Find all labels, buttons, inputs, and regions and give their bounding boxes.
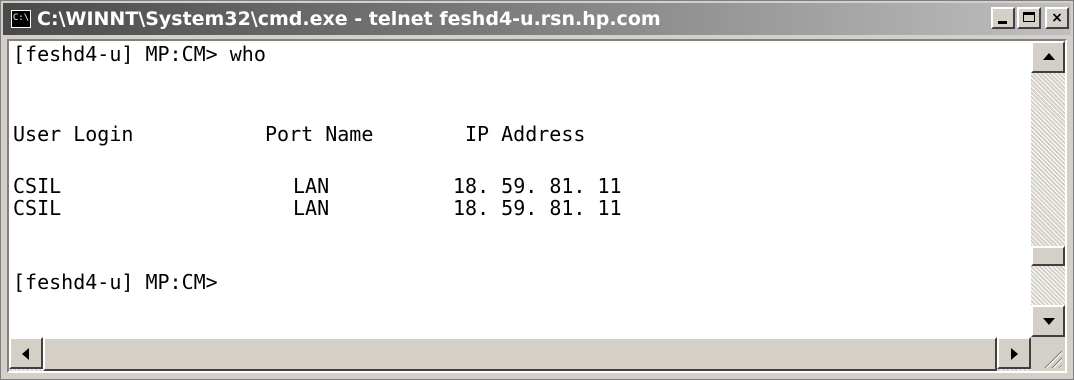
down-arrow-icon: [1043, 318, 1055, 325]
command-line: [feshd4-u] MP:CM> who: [13, 42, 266, 66]
prompt-line: [feshd4-u] MP:CM>: [13, 270, 218, 294]
resize-grip-icon[interactable]: [1031, 337, 1065, 371]
row-1-ip: 18. 59. 81. 11: [453, 174, 622, 198]
maximize-icon: [1023, 12, 1035, 22]
vertical-scrollbar[interactable]: [1031, 41, 1065, 337]
scroll-right-button[interactable]: [997, 337, 1031, 369]
minimize-icon: [998, 21, 1007, 24]
row-1-port: LAN: [293, 174, 330, 198]
scroll-down-button[interactable]: [1031, 305, 1065, 337]
left-arrow-icon: [22, 348, 29, 360]
console-output[interactable]: [feshd4-u] MP:CM> who User Login Port Na…: [9, 41, 1031, 337]
scroll-up-button[interactable]: [1031, 41, 1065, 73]
row-2-user: CSIL: [13, 196, 62, 220]
close-icon: ×: [1051, 10, 1063, 26]
header-ip-address: IP Address: [465, 122, 586, 146]
header-user-login: User Login: [13, 122, 134, 146]
close-button[interactable]: ×: [1045, 7, 1069, 29]
row-1-user: CSIL: [13, 174, 62, 198]
maximize-button[interactable]: [1017, 7, 1041, 29]
minimize-button[interactable]: [991, 7, 1015, 29]
horizontal-scroll-thumb[interactable]: [43, 337, 997, 371]
title-bar[interactable]: C:\ C:\WINNT\System32\cmd.exe - telnet f…: [3, 3, 1071, 35]
console-client-area: [feshd4-u] MP:CM> who User Login Port Na…: [7, 39, 1067, 373]
row-2-port: LAN: [293, 196, 330, 220]
cmd-window: C:\ C:\WINNT\System32\cmd.exe - telnet f…: [0, 0, 1074, 380]
scroll-left-button[interactable]: [9, 337, 43, 369]
horizontal-scrollbar[interactable]: [9, 337, 1031, 371]
up-arrow-icon: [1043, 53, 1055, 60]
cmd-app-icon[interactable]: C:\: [11, 10, 31, 28]
row-2-ip: 18. 59. 81. 11: [453, 196, 622, 220]
header-port-name: Port Name: [265, 122, 374, 146]
right-arrow-icon: [1011, 348, 1018, 360]
vertical-scroll-thumb[interactable]: [1031, 246, 1065, 266]
window-controls: ×: [991, 7, 1069, 29]
window-title: C:\WINNT\System32\cmd.exe - telnet feshd…: [37, 8, 661, 30]
